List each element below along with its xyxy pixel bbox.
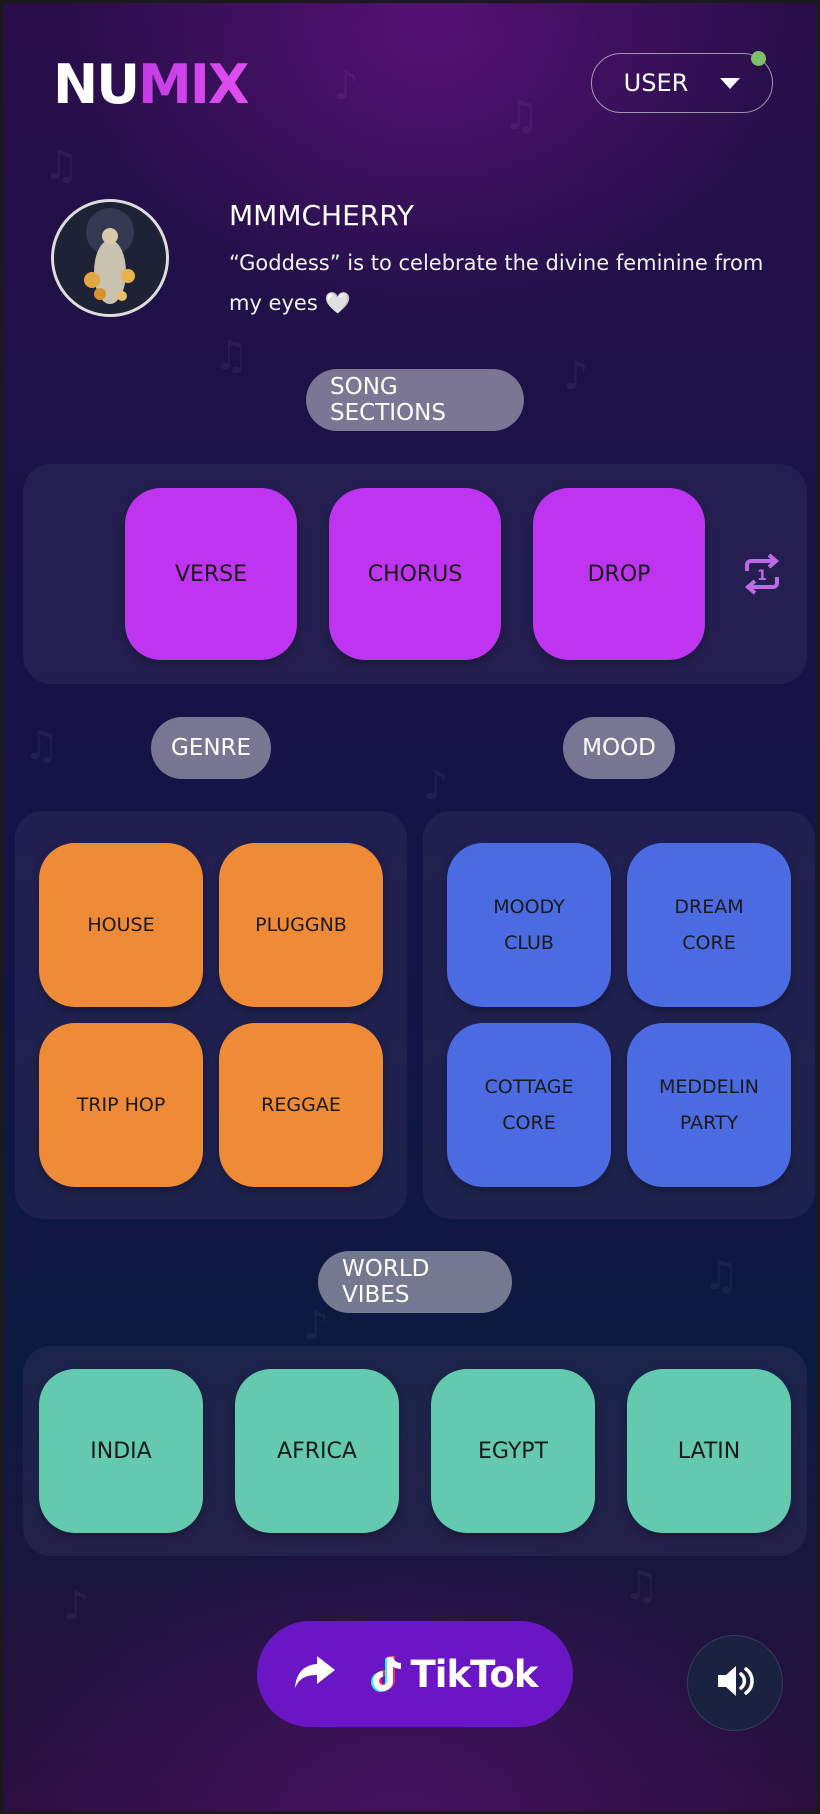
mood-label: MOOD [563, 717, 675, 779]
logo-text-mix: MIX [138, 53, 249, 116]
chevron-down-icon [720, 77, 741, 89]
numix-logo[interactable]: NUMIX [53, 53, 250, 116]
artist-avatar [51, 199, 169, 317]
section-chorus-button[interactable]: CHORUS [329, 488, 501, 660]
genre-label: GENRE [151, 717, 271, 779]
tiktok-label: TikTok [410, 1652, 539, 1696]
mood-line2: CORE [682, 932, 736, 954]
world-africa-button[interactable]: AFRICA [235, 1369, 399, 1533]
tiktok-logo: TikTok [370, 1652, 539, 1696]
mood-line2: PARTY [679, 1112, 739, 1134]
logo-text-nu: NU [53, 53, 140, 116]
world-india-button[interactable]: INDIA [39, 1369, 203, 1533]
world-egypt-button[interactable]: EGYPT [431, 1369, 595, 1533]
mood-line2: CORE [502, 1112, 556, 1134]
sound-toggle-button[interactable] [687, 1635, 783, 1731]
mood-line1: MEDDELIN [658, 1076, 760, 1098]
genre-house-button[interactable]: HOUSE [39, 843, 203, 1007]
world-latin-button[interactable]: LATIN [627, 1369, 791, 1533]
artist-description: “Goddess” is to celebrate the divine fem… [229, 251, 764, 315]
share-arrow-icon [293, 1654, 337, 1694]
genre-pluggnb-button[interactable]: PLUGGNB [219, 843, 383, 1007]
section-verse-button[interactable]: VERSE [125, 488, 297, 660]
genre-reggae-button[interactable]: REGGAE [219, 1023, 383, 1187]
mood-line1: MOODY [493, 896, 565, 918]
speaker-icon [715, 1663, 755, 1703]
user-label: USER [623, 69, 689, 97]
mood-line1: COTTAGE [484, 1076, 574, 1098]
svg-text:1: 1 [757, 568, 767, 584]
world-vibes-label: WORLD VIBES [318, 1251, 512, 1313]
user-dropdown-button[interactable]: USER [591, 51, 773, 113]
mood-cottage-core-button[interactable]: COTTAGE CORE [447, 1023, 611, 1187]
online-status-dot [751, 51, 766, 66]
mood-line1: DREAM [674, 896, 744, 918]
mood-line2: CLUB [504, 932, 554, 954]
mood-dream-core-button[interactable]: DREAM CORE [627, 843, 791, 1007]
genre-trip-hop-button[interactable]: TRIP HOP [39, 1023, 203, 1187]
mood-meddelin-party-button[interactable]: MEDDELIN PARTY [627, 1023, 791, 1187]
share-tiktok-button[interactable]: TikTok [257, 1621, 573, 1727]
tiktok-icon [370, 1656, 401, 1692]
repeat-one-icon[interactable]: 1 [739, 551, 785, 597]
avatar-artwork-icon [54, 202, 166, 314]
section-drop-button[interactable]: DROP [533, 488, 705, 660]
artist-name: MMMCHERRY [229, 199, 414, 232]
song-sections-label: SONG SECTIONS [306, 369, 524, 431]
mood-moody-club-button[interactable]: MOODY CLUB [447, 843, 611, 1007]
